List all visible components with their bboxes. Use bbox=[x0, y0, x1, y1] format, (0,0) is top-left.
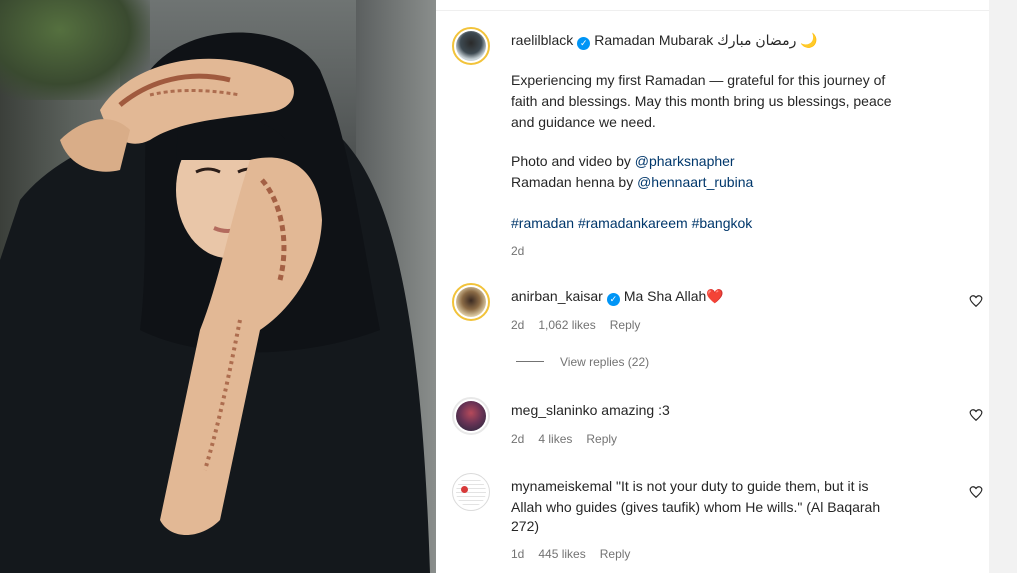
photo-subject bbox=[0, 32, 430, 573]
commenter-avatar[interactable] bbox=[452, 397, 490, 435]
comment-username[interactable]: meg_slaninko bbox=[511, 402, 597, 418]
comment-meta: 2d 1,062 likes Reply bbox=[511, 317, 654, 333]
commenter-avatar[interactable] bbox=[452, 473, 490, 511]
caption-line: faith and blessings. May this month brin… bbox=[511, 93, 892, 109]
mention-link[interactable]: @hennaart_rubina bbox=[637, 174, 753, 190]
caption-headline: Ramadan Mubarak رمضان مبارك 🌙 bbox=[594, 32, 818, 48]
comment-text: Ma Sha Allah❤️ bbox=[623, 288, 724, 304]
verified-badge-icon: ✓ bbox=[577, 37, 591, 50]
caption-line: Experiencing my first Ramadan — grateful… bbox=[511, 72, 886, 88]
owner-avatar[interactable] bbox=[452, 27, 490, 65]
credit-photo-text: Photo and video by bbox=[511, 153, 635, 169]
reply-button[interactable]: Reply bbox=[586, 432, 617, 446]
comment-time[interactable]: 1d bbox=[511, 547, 524, 561]
comment: mynameiskemal "It is not your duty to gu… bbox=[511, 476, 868, 496]
hashtag-link[interactable]: #ramadan bbox=[511, 215, 574, 231]
heart-outline-icon[interactable] bbox=[969, 408, 983, 422]
owner-username[interactable]: raelilblack bbox=[511, 32, 573, 48]
comment-username[interactable]: mynameiskemal bbox=[511, 478, 612, 494]
reply-button[interactable]: Reply bbox=[600, 547, 631, 561]
comment-text: amazing :3 bbox=[601, 402, 670, 418]
scrollbar-track[interactable] bbox=[989, 0, 1017, 573]
caption-line: and guidance we need. bbox=[511, 114, 656, 130]
post-timestamp[interactable]: 2d bbox=[511, 243, 524, 259]
hashtag-link[interactable]: #bangkok bbox=[692, 215, 753, 231]
comment-likes[interactable]: 445 likes bbox=[538, 547, 585, 561]
comment-text: Allah who guides (gives taufik) whom He … bbox=[511, 499, 881, 515]
hashtags: #ramadan #ramadankareem #bangkok bbox=[511, 213, 752, 233]
verified-badge-icon: ✓ bbox=[606, 293, 620, 306]
comment-meta: 2d 4 likes Reply bbox=[511, 431, 631, 447]
heart-outline-icon[interactable] bbox=[969, 485, 983, 499]
comment-likes[interactable]: 4 likes bbox=[538, 432, 572, 446]
comment-username[interactable]: anirban_kaisar bbox=[511, 288, 603, 304]
mention-link[interactable]: @pharksnapher bbox=[635, 153, 735, 169]
reply-button[interactable]: Reply bbox=[610, 318, 641, 332]
view-replies-button[interactable]: View replies (22) bbox=[516, 355, 649, 369]
view-replies-label[interactable]: View replies (22) bbox=[560, 355, 649, 369]
divider bbox=[436, 10, 989, 11]
commenter-avatar[interactable] bbox=[452, 283, 490, 321]
comment-likes[interactable]: 1,062 likes bbox=[538, 318, 595, 332]
hashtag-link[interactable]: #ramadankareem bbox=[578, 215, 688, 231]
post-photo[interactable] bbox=[0, 0, 436, 573]
comment-text: "It is not your duty to guide them, but … bbox=[616, 478, 869, 494]
comment-time[interactable]: 2d bbox=[511, 432, 524, 446]
credit-henna-text: Ramadan henna by bbox=[511, 174, 638, 190]
credit-henna: Ramadan henna by @hennaart_rubina bbox=[511, 172, 753, 192]
comment: anirban_kaisar ✓ Ma Sha Allah❤️ bbox=[511, 286, 724, 306]
comment-text: 272) bbox=[511, 518, 540, 534]
credit-photo: Photo and video by @pharksnapher bbox=[511, 151, 735, 171]
post-details-panel: raelilblack ✓ Ramadan Mubarak رمضان مبارك … bbox=[436, 0, 989, 573]
comment-time[interactable]: 2d bbox=[511, 318, 524, 332]
replies-line bbox=[516, 361, 544, 362]
caption-header: raelilblack ✓ Ramadan Mubarak رمضان مبارك … bbox=[511, 30, 818, 50]
comment-meta: 1d 445 likes Reply bbox=[511, 546, 644, 562]
heart-outline-icon[interactable] bbox=[969, 294, 983, 308]
comment: meg_slaninko amazing :3 bbox=[511, 400, 670, 420]
